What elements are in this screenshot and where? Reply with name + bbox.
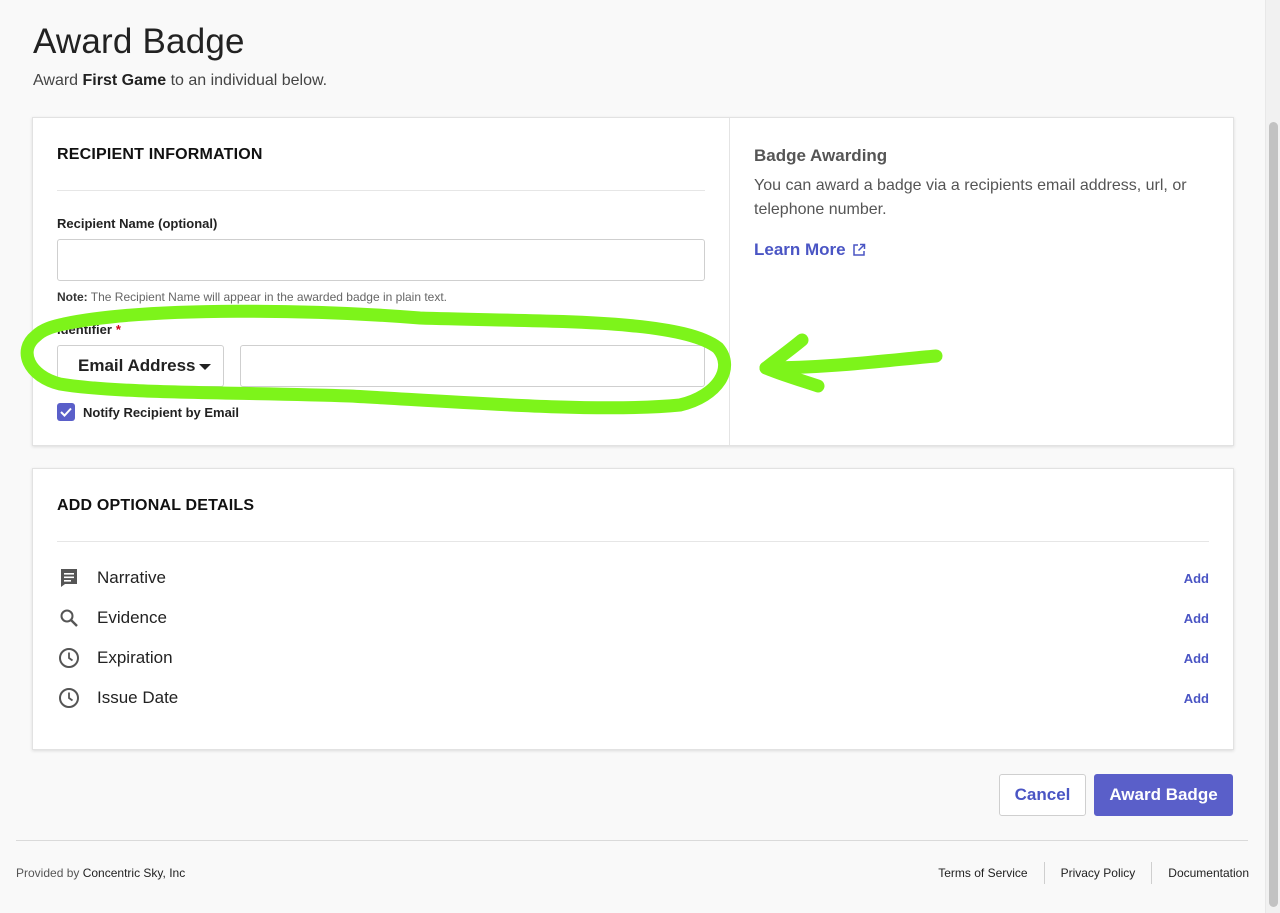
add-evidence-link[interactable]: Add xyxy=(1184,611,1209,626)
detail-row-expiration: Expiration Add xyxy=(57,646,1209,670)
footer-divider xyxy=(16,840,1248,841)
detail-row-evidence: Evidence Add xyxy=(57,606,1209,630)
recipient-card: RECIPIENT INFORMATION Recipient Name (op… xyxy=(32,117,1234,446)
page-title: Award Badge xyxy=(33,22,245,61)
clock-icon xyxy=(57,686,81,710)
badge-awarding-title: Badge Awarding xyxy=(754,146,888,165)
page: Award Badge Award First Game to an indiv… xyxy=(0,0,1280,913)
checkmark-icon xyxy=(60,407,72,417)
clock-icon xyxy=(57,646,81,670)
note-text: The Recipient Name will appear in the aw… xyxy=(90,290,448,304)
add-expiration-link[interactable]: Add xyxy=(1184,651,1209,666)
note-label: Note: xyxy=(57,290,88,304)
section-divider xyxy=(57,190,705,191)
scrollbar[interactable] xyxy=(1265,0,1280,913)
required-marker: * xyxy=(115,322,121,337)
terms-of-service-link[interactable]: Terms of Service xyxy=(922,862,1043,884)
recipient-section-title: RECIPIENT INFORMATION xyxy=(57,146,263,163)
footer-links: Terms of Service Privacy Policy Document… xyxy=(922,862,1249,884)
identifier-label: Identifier * xyxy=(57,322,121,337)
documentation-link[interactable]: Documentation xyxy=(1152,862,1249,884)
provided-by: Provided by Concentric Sky, Inc xyxy=(16,866,185,880)
detail-label-expiration: Expiration xyxy=(97,648,173,667)
detail-label-issue-date: Issue Date xyxy=(97,688,179,707)
optional-details-title: ADD OPTIONAL DETAILS xyxy=(57,497,255,514)
identifier-label-text: Identifier xyxy=(57,322,112,337)
notify-checkbox[interactable] xyxy=(57,403,75,421)
recipient-name-note: Note: The Recipient Name will appear in … xyxy=(57,290,447,304)
optional-details-card: ADD OPTIONAL DETAILS Narrative Add Evide… xyxy=(32,468,1234,750)
privacy-policy-link[interactable]: Privacy Policy xyxy=(1045,862,1152,884)
caret-down-icon xyxy=(199,364,211,370)
identifier-type-select[interactable]: Email Address xyxy=(57,345,224,387)
card-divider xyxy=(729,118,730,445)
notify-label[interactable]: Notify Recipient by Email xyxy=(83,405,239,420)
learn-more-link[interactable]: Learn More xyxy=(754,240,866,260)
company-link[interactable]: Concentric Sky, Inc xyxy=(83,866,185,880)
learn-more-label: Learn More xyxy=(754,240,846,259)
add-narrative-link[interactable]: Add xyxy=(1184,571,1209,586)
identifier-input[interactable] xyxy=(240,345,705,387)
subtitle-prefix: Award xyxy=(33,72,79,89)
external-link-icon xyxy=(852,243,865,256)
scrollbar-thumb[interactable] xyxy=(1269,122,1278,907)
narrative-icon xyxy=(57,566,81,590)
subtitle-suffix: to an individual below. xyxy=(170,72,328,89)
add-issue-date-link[interactable]: Add xyxy=(1184,691,1209,706)
detail-label-evidence: Evidence xyxy=(97,608,167,627)
award-badge-button[interactable]: Award Badge xyxy=(1094,774,1233,816)
section-divider xyxy=(57,541,1209,542)
detail-label-narrative: Narrative xyxy=(97,568,166,587)
detail-row-narrative: Narrative Add xyxy=(57,566,1209,590)
provided-by-label: Provided by xyxy=(16,866,80,880)
search-icon xyxy=(57,606,81,630)
cancel-button[interactable]: Cancel xyxy=(999,774,1086,816)
recipient-name-label: Recipient Name (optional) xyxy=(57,216,218,231)
recipient-name-input[interactable] xyxy=(57,239,705,281)
identifier-type-value: Email Address xyxy=(78,356,196,375)
detail-row-issue-date: Issue Date Add xyxy=(57,686,1209,710)
badge-name: First Game xyxy=(82,72,167,89)
page-subtitle: Award First Game to an individual below. xyxy=(33,72,327,90)
badge-awarding-text: You can award a badge via a recipients e… xyxy=(754,177,1187,218)
